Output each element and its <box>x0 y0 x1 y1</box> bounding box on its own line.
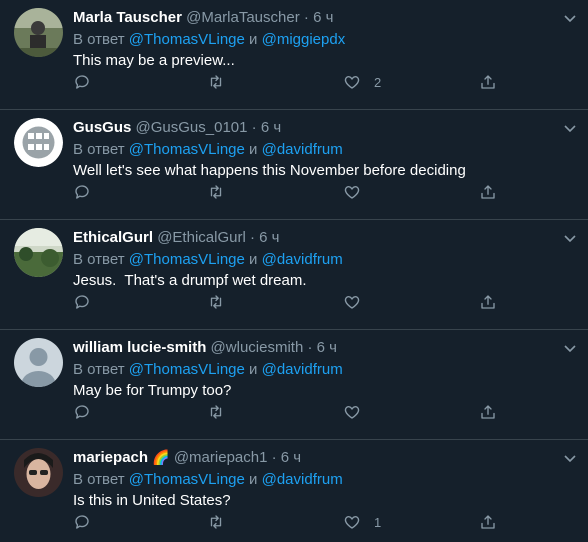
display-name[interactable]: Marla Tauscher <box>73 9 182 26</box>
tweet[interactable]: mariepach 🌈 @mariepach1 · 6 ч В ответ @T… <box>0 440 588 542</box>
conjunction: и <box>249 471 258 488</box>
reply-context: В ответ @ThomasVLinge и @miggiepdx <box>73 30 345 49</box>
mention-link[interactable]: @davidfrum <box>262 251 343 268</box>
reply-prefix: В ответ <box>73 141 125 158</box>
tweet-actions <box>73 292 513 312</box>
timestamp[interactable]: 6 ч <box>259 229 279 246</box>
chevron-down-icon[interactable] <box>562 450 578 466</box>
tweet-actions <box>73 402 513 422</box>
tweet-text: Jesus. That's a drumpf wet dream. <box>73 272 307 289</box>
avatar[interactable] <box>14 228 63 277</box>
retweet-icon[interactable] <box>207 402 225 422</box>
display-name[interactable]: william lucie-smith <box>73 339 206 356</box>
reply-icon[interactable] <box>73 292 91 312</box>
separator-dot: · <box>249 229 255 246</box>
user-handle[interactable]: @GusGus_0101 <box>136 119 248 136</box>
tweet-actions: 1 <box>73 512 513 532</box>
mention-link[interactable]: @davidfrum <box>262 141 343 158</box>
tweet-header: Marla Tauscher @MarlaTauscher · 6 ч <box>73 8 548 27</box>
tweet[interactable]: william lucie-smith @wluciesmith · 6 ч В… <box>0 330 588 440</box>
mention-link[interactable]: @ThomasVLinge <box>129 251 245 268</box>
reply-icon[interactable] <box>73 402 91 422</box>
timestamp[interactable]: 6 ч <box>281 449 301 466</box>
share-icon[interactable] <box>479 182 497 202</box>
tweet-text: Well let's see what happens this Novembe… <box>73 162 466 179</box>
conjunction: и <box>249 141 258 158</box>
share-icon[interactable] <box>479 402 497 422</box>
tweet-actions <box>73 182 513 202</box>
like-icon[interactable] <box>343 402 361 422</box>
tweet[interactable]: GusGus @GusGus_0101 · 6 ч В ответ @Thoma… <box>0 110 588 220</box>
tweet-header: EthicalGurl @EthicalGurl · 6 ч <box>73 228 548 247</box>
avatar[interactable] <box>14 448 63 497</box>
separator-dot: · <box>307 339 313 356</box>
mention-link[interactable]: @ThomasVLinge <box>129 31 245 48</box>
chevron-down-icon[interactable] <box>562 230 578 246</box>
display-name[interactable]: GusGus <box>73 119 131 136</box>
retweet-icon[interactable] <box>207 182 225 202</box>
tweet-text: Is this in United States? <box>73 492 231 509</box>
mention-link[interactable]: @davidfrum <box>262 471 343 488</box>
tweet-actions: 2 <box>73 72 513 92</box>
conjunction: и <box>249 251 258 268</box>
reply-context: В ответ @ThomasVLinge и @davidfrum <box>73 250 343 269</box>
mention-link[interactable]: @ThomasVLinge <box>129 361 245 378</box>
avatar[interactable] <box>14 118 63 167</box>
tweet-header: william lucie-smith @wluciesmith · 6 ч <box>73 338 548 357</box>
like-icon[interactable]: 1 <box>343 512 381 532</box>
timestamp[interactable]: 6 ч <box>313 9 333 26</box>
reply-context: В ответ @ThomasVLinge и @davidfrum <box>73 470 343 489</box>
share-icon[interactable] <box>479 292 497 312</box>
separator-dot: · <box>251 119 257 136</box>
tweet[interactable]: EthicalGurl @EthicalGurl · 6 ч В ответ @… <box>0 220 588 330</box>
separator-dot: · <box>303 9 309 26</box>
share-icon[interactable] <box>479 72 497 92</box>
reply-context: В ответ @ThomasVLinge и @davidfrum <box>73 360 343 379</box>
tweet-text: This may be a preview... <box>73 52 235 69</box>
reply-context: В ответ @ThomasVLinge и @davidfrum <box>73 140 343 159</box>
reply-icon[interactable] <box>73 182 91 202</box>
reply-prefix: В ответ <box>73 361 125 378</box>
user-handle[interactable]: @MarlaTauscher <box>186 9 300 26</box>
timestamp[interactable]: 6 ч <box>317 339 337 356</box>
separator-dot: · <box>271 449 277 466</box>
like-icon[interactable] <box>343 182 361 202</box>
like-icon[interactable] <box>343 292 361 312</box>
like-icon[interactable]: 2 <box>343 72 381 92</box>
mention-link[interactable]: @davidfrum <box>262 361 343 378</box>
like-count: 2 <box>374 74 382 90</box>
retweet-icon[interactable] <box>207 292 225 312</box>
display-name[interactable]: EthicalGurl <box>73 229 153 246</box>
user-handle[interactable]: @EthicalGurl <box>157 229 246 246</box>
reply-prefix: В ответ <box>73 251 125 268</box>
rainbow-emoji: 🌈 <box>152 449 170 465</box>
mention-link[interactable]: @miggiepdx <box>262 31 346 48</box>
share-icon[interactable] <box>479 512 497 532</box>
retweet-icon[interactable] <box>207 512 225 532</box>
tweet[interactable]: Marla Tauscher @MarlaTauscher · 6 ч В от… <box>0 0 588 110</box>
retweet-icon[interactable] <box>207 72 225 92</box>
chevron-down-icon[interactable] <box>562 340 578 356</box>
mention-link[interactable]: @ThomasVLinge <box>129 141 245 158</box>
tweet-text: May be for Trumpy too? <box>73 382 232 399</box>
user-handle[interactable]: @wluciesmith <box>211 339 304 356</box>
reply-prefix: В ответ <box>73 31 125 48</box>
conjunction: и <box>249 31 258 48</box>
user-handle[interactable]: @mariepach1 <box>174 449 268 466</box>
avatar[interactable] <box>14 8 63 57</box>
like-count: 1 <box>374 514 382 530</box>
reply-prefix: В ответ <box>73 471 125 488</box>
timestamp[interactable]: 6 ч <box>261 119 281 136</box>
reply-icon[interactable] <box>73 72 91 92</box>
avatar[interactable] <box>14 338 63 387</box>
tweet-header: mariepach 🌈 @mariepach1 · 6 ч <box>73 448 548 467</box>
tweet-header: GusGus @GusGus_0101 · 6 ч <box>73 118 548 137</box>
conjunction: и <box>249 361 258 378</box>
mention-link[interactable]: @ThomasVLinge <box>129 471 245 488</box>
chevron-down-icon[interactable] <box>562 120 578 136</box>
reply-icon[interactable] <box>73 512 91 532</box>
display-name[interactable]: mariepach <box>73 449 148 466</box>
chevron-down-icon[interactable] <box>562 10 578 26</box>
